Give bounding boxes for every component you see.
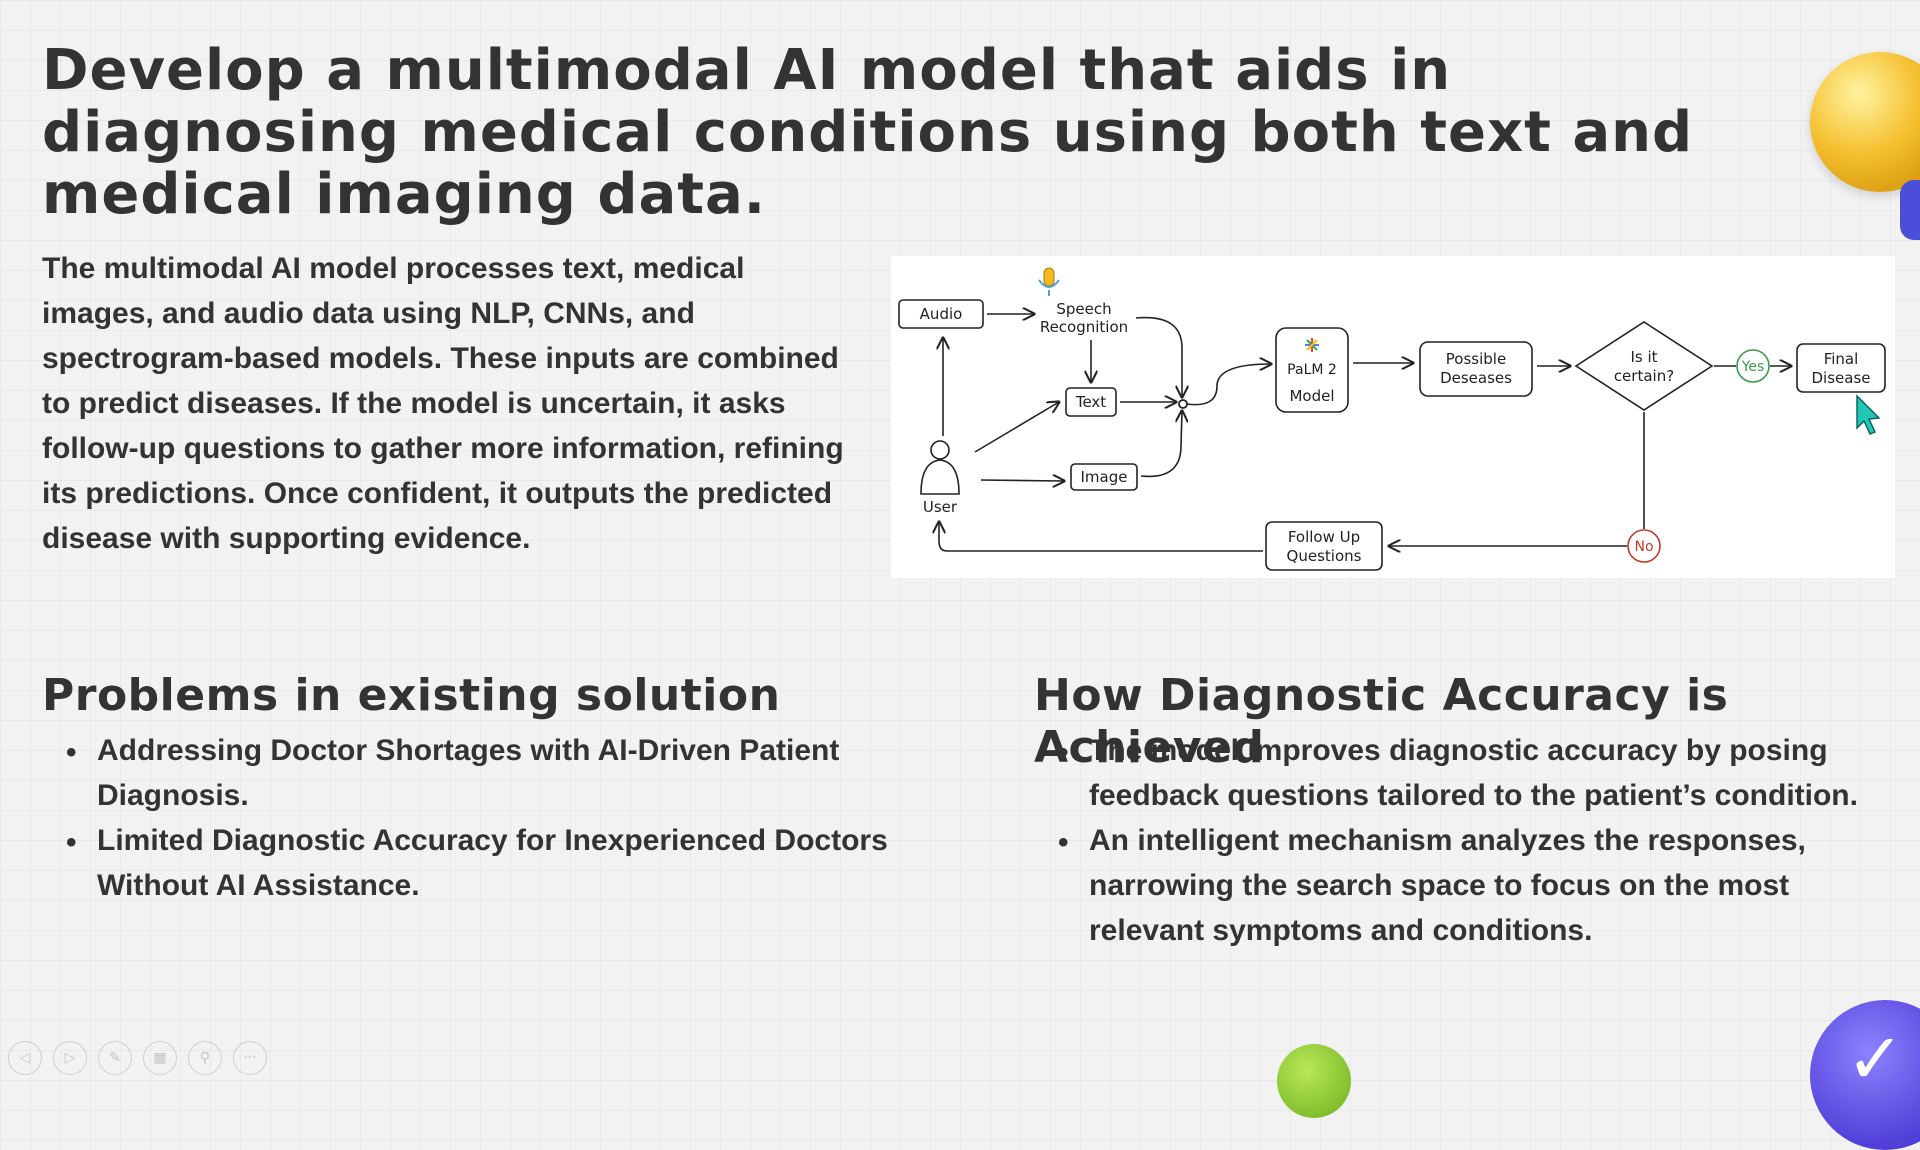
final-disease-label-1: Final bbox=[1824, 350, 1859, 368]
problems-list: Addressing Doctor Shortages with AI-Driv… bbox=[42, 728, 932, 908]
slide-title: Develop a multimodal AI model that aids … bbox=[42, 38, 1694, 227]
final-disease-label-2: Disease bbox=[1812, 369, 1871, 387]
follow-up-label-1: Follow Up bbox=[1288, 528, 1360, 546]
intro-paragraph: The multimodal AI model processes text, … bbox=[42, 252, 844, 555]
user-icon bbox=[920, 440, 960, 495]
next-icon[interactable]: ▷ bbox=[53, 1041, 87, 1075]
user-label: User bbox=[923, 498, 958, 516]
decision-label-1: Is it bbox=[1630, 348, 1657, 366]
accuracy-list: The model improves diagnostic accuracy b… bbox=[1034, 728, 1884, 953]
possible-diseases-label-2: Deseases bbox=[1440, 369, 1512, 387]
yes-label: Yes bbox=[1741, 359, 1765, 375]
presentation-controls: ◁ ▷ ✎ ▦ ⚲ ··· bbox=[8, 1041, 267, 1075]
palm-logo-icon bbox=[1305, 338, 1319, 352]
palm-model-label-1: PaLM 2 bbox=[1287, 362, 1337, 378]
image-label: Image bbox=[1081, 468, 1128, 486]
workflow-diagram-svg: Audio Speech Recognition Text Image User bbox=[898, 267, 1886, 571]
previous-icon[interactable]: ◁ bbox=[8, 1041, 42, 1075]
slides-icon[interactable]: ▦ bbox=[143, 1041, 177, 1075]
accuracy-item: The model improves diagnostic accuracy b… bbox=[1034, 728, 1884, 818]
accuracy-item: An intelligent mechanism analyzes the re… bbox=[1034, 818, 1884, 953]
text-label: Text bbox=[1075, 393, 1106, 411]
certainty-decision-node bbox=[1574, 321, 1714, 411]
problems-heading: Problems in existing solution bbox=[42, 670, 781, 721]
no-label: No bbox=[1634, 539, 1653, 555]
follow-up-label-2: Questions bbox=[1287, 547, 1362, 565]
pen-icon[interactable]: ✎ bbox=[98, 1041, 132, 1075]
palm-model-label-2: Model bbox=[1289, 387, 1334, 405]
audio-label: Audio bbox=[920, 305, 963, 323]
problem-item: Addressing Doctor Shortages with AI-Driv… bbox=[42, 728, 932, 818]
possible-diseases-label-1: Possible bbox=[1446, 350, 1506, 368]
speech-recognition-label-2: Recognition bbox=[1040, 318, 1128, 336]
green-decoration bbox=[1277, 1044, 1351, 1118]
more-icon[interactable]: ··· bbox=[233, 1041, 267, 1075]
lightbulb-base bbox=[1900, 180, 1920, 240]
cursor-icon bbox=[1856, 394, 1881, 435]
speech-recognition-label-1: Speech bbox=[1056, 300, 1111, 318]
zoom-icon[interactable]: ⚲ bbox=[188, 1041, 222, 1075]
problem-item: Limited Diagnostic Accuracy for Inexperi… bbox=[42, 818, 932, 908]
workflow-diagram: Audio Speech Recognition Text Image User bbox=[891, 256, 1895, 578]
decision-label-2: certain? bbox=[1614, 367, 1674, 385]
lightbulb-icon bbox=[1810, 52, 1920, 192]
microphone-icon bbox=[1038, 267, 1060, 296]
merge-junction bbox=[1178, 399, 1188, 409]
checkmark-badge-icon: ✓ bbox=[1810, 1000, 1920, 1150]
